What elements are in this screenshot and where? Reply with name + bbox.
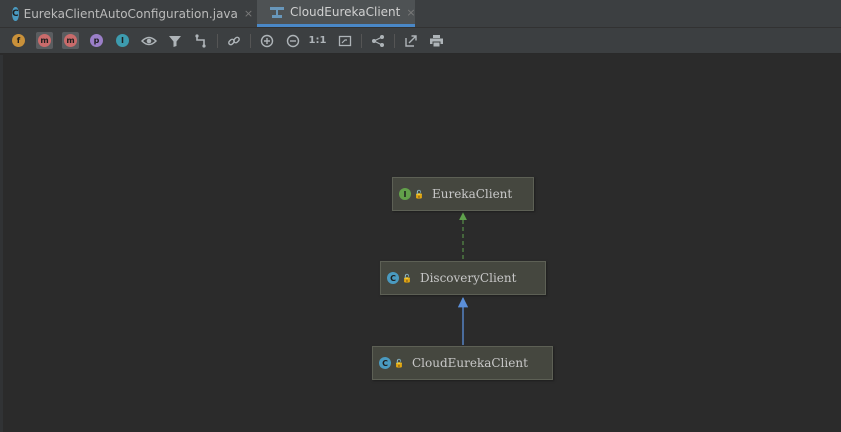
- show-fields-button[interactable]: f: [10, 32, 27, 49]
- node-label: EurekaClient: [431, 187, 513, 201]
- toolbar-separator: [250, 34, 251, 48]
- node-eureka-client[interactable]: I 🔓 EurekaClient: [392, 177, 534, 211]
- property-icon: p: [90, 34, 103, 47]
- show-properties-button[interactable]: p: [88, 32, 105, 49]
- unlock-icon: 🔓: [402, 273, 412, 283]
- close-tab-icon[interactable]: ×: [406, 6, 415, 19]
- edge-routing-button[interactable]: [192, 32, 209, 49]
- filter-button[interactable]: [166, 32, 183, 49]
- constructor-icon: m: [38, 34, 51, 47]
- node-cloud-eureka-client[interactable]: C 🔓 CloudEurekaClient: [372, 346, 553, 380]
- java-class-file-icon: C: [12, 6, 19, 21]
- layout-icon: [371, 34, 384, 47]
- diagram-toolbar: f m m p I 1:1: [0, 28, 841, 54]
- tab-label: EurekaClientAutoConfiguration.java: [23, 6, 238, 21]
- uml-diagram-icon: [269, 5, 285, 19]
- zoom-out-icon: [286, 34, 299, 47]
- export-icon: [404, 34, 417, 47]
- actual-size-button[interactable]: 1:1: [309, 32, 327, 49]
- editor-tab-bar: C EurekaClientAutoConfiguration.java × C…: [0, 0, 841, 28]
- tab-label: CloudEurekaClient: [290, 5, 401, 19]
- interface-icon: I: [399, 188, 411, 200]
- toolbar-separator: [361, 34, 362, 48]
- apply-layout-button[interactable]: [369, 32, 386, 49]
- uml-diagram-canvas[interactable]: I 🔓 EurekaClient C 🔓 DiscoveryClient C 🔓…: [0, 54, 841, 432]
- toolbar-separator: [217, 34, 218, 48]
- export-to-file-button[interactable]: [402, 32, 419, 49]
- tab-eureka-client-auto-configuration[interactable]: C EurekaClientAutoConfiguration.java ×: [0, 0, 256, 27]
- inner-class-icon: I: [116, 34, 129, 47]
- node-label: CloudEurekaClient: [411, 356, 528, 370]
- route-icon: [194, 33, 206, 48]
- unlock-icon: 🔓: [394, 358, 404, 368]
- field-icon: f: [12, 34, 25, 47]
- printer-icon: [430, 34, 443, 47]
- zoom-in-icon: [260, 34, 273, 47]
- eye-icon: [140, 36, 157, 45]
- node-label: DiscoveryClient: [419, 271, 517, 285]
- show-methods-button[interactable]: m: [62, 32, 79, 49]
- link-icon: [227, 36, 240, 45]
- unlock-icon: 🔓: [414, 189, 424, 199]
- tab-cloud-eureka-client[interactable]: CloudEurekaClient ×: [257, 0, 416, 27]
- change-visibility-button[interactable]: [140, 32, 157, 49]
- print-button[interactable]: [428, 32, 445, 49]
- funnel-icon: [168, 35, 181, 47]
- toolbar-separator: [394, 34, 395, 48]
- show-dependencies-button[interactable]: [225, 32, 242, 49]
- zoom-out-button[interactable]: [284, 32, 301, 49]
- method-icon: m: [64, 34, 77, 47]
- close-tab-icon[interactable]: ×: [244, 7, 253, 20]
- fit-content-button[interactable]: [336, 32, 353, 49]
- class-icon: C: [387, 272, 399, 284]
- zoom-in-button[interactable]: [258, 32, 275, 49]
- node-discovery-client[interactable]: C 🔓 DiscoveryClient: [380, 261, 546, 295]
- fit-content-icon: [338, 35, 351, 46]
- show-constructors-button[interactable]: m: [36, 32, 53, 49]
- class-icon: C: [379, 357, 391, 369]
- show-inner-classes-button[interactable]: I: [114, 32, 131, 49]
